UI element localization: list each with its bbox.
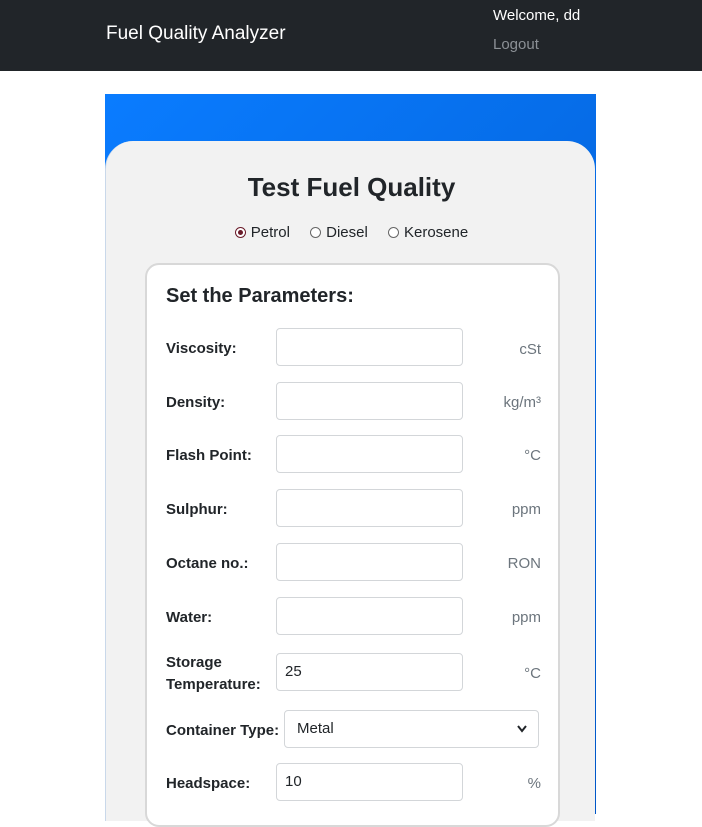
sulphur-unit: ppm bbox=[511, 501, 541, 518]
water-label: Water: bbox=[166, 609, 213, 626]
panel-title: Set the Parameters: bbox=[166, 285, 354, 307]
octane-unit: RON bbox=[507, 555, 541, 572]
radio-indicator[interactable] bbox=[310, 227, 322, 238]
density-label: Density: bbox=[166, 394, 226, 411]
viscosity-label: Viscosity: bbox=[166, 340, 237, 357]
radio-petrol[interactable]: Petrol bbox=[234, 224, 290, 241]
page-title: Test Fuel Quality bbox=[247, 172, 456, 202]
radio-kerosene[interactable]: Kerosene bbox=[388, 224, 468, 241]
storage-temperature-input[interactable]: 25 bbox=[276, 653, 463, 691]
flash-point-unit: °C bbox=[524, 447, 541, 464]
headspace-unit: % bbox=[527, 775, 541, 792]
radio-indicator[interactable] bbox=[388, 227, 399, 238]
storage-temperature-unit: °C bbox=[524, 665, 541, 682]
chevron-down-icon bbox=[516, 711, 528, 761]
container-type-select[interactable]: Metal bbox=[284, 710, 539, 748]
navbar: Fuel Quality Analyzer Welcome, dd Logout bbox=[0, 0, 702, 71]
radio-label: Petrol bbox=[250, 224, 290, 241]
radio-indicator-selected[interactable] bbox=[234, 227, 246, 238]
headspace-input[interactable]: 10 bbox=[276, 763, 463, 801]
octane-label: Octane no.: bbox=[166, 555, 249, 572]
density-unit: kg/m³ bbox=[503, 394, 542, 411]
water-input[interactable] bbox=[276, 597, 463, 635]
parameters-panel: Set the Parameters: Viscosity: cSt Densi… bbox=[145, 263, 560, 827]
flash-point-label: Flash Point: bbox=[166, 447, 252, 464]
sulphur-input[interactable] bbox=[276, 489, 463, 527]
brand-link[interactable]: Fuel Quality Analyzer bbox=[106, 23, 286, 45]
logout-link[interactable]: Logout bbox=[493, 36, 539, 53]
radio-label: Kerosene bbox=[404, 224, 469, 241]
form-card: Test Fuel Quality Petrol Diesel Kerosene… bbox=[105, 141, 597, 827]
headspace-label: Headspace: bbox=[166, 775, 251, 792]
storage-temperature-label-line1: Storage bbox=[166, 654, 222, 671]
form-card-header: Test Fuel Quality Petrol Diesel Kerosene… bbox=[105, 94, 596, 827]
viscosity-unit: cSt bbox=[519, 341, 541, 358]
viscosity-input[interactable] bbox=[276, 328, 463, 366]
container-type-value: Metal bbox=[297, 720, 334, 737]
welcome-text: Welcome, dd bbox=[493, 7, 581, 24]
water-unit: ppm bbox=[511, 609, 541, 626]
octane-input[interactable] bbox=[276, 543, 463, 581]
flash-point-input[interactable] bbox=[276, 435, 463, 473]
container-type-label: Container Type: bbox=[166, 722, 280, 739]
density-input[interactable] bbox=[276, 382, 463, 420]
fuel-type-radio-group: Petrol Diesel Kerosene bbox=[106, 224, 597, 242]
radio-label: Diesel bbox=[326, 224, 368, 241]
storage-temperature-label-line2: Temperature: bbox=[166, 676, 261, 693]
radio-diesel[interactable]: Diesel bbox=[310, 224, 368, 241]
sulphur-label: Sulphur: bbox=[166, 501, 228, 518]
